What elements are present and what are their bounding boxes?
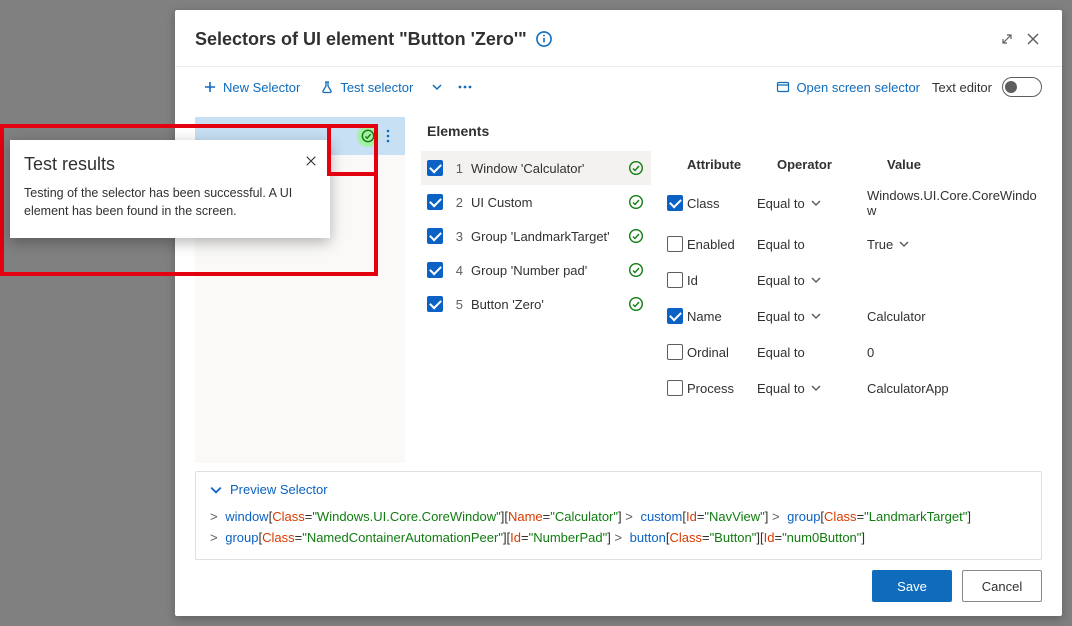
new-selector-button[interactable]: New Selector	[195, 74, 308, 101]
chevron-down-icon[interactable]	[811, 198, 821, 208]
chevron-down-icon[interactable]	[811, 383, 821, 393]
dialog-title: Selectors of UI element "Button 'Zero'"	[195, 29, 527, 50]
element-row[interactable]: 5 Button 'Zero'	[421, 287, 651, 321]
element-row[interactable]: 3 Group 'LandmarkTarget'	[421, 219, 651, 253]
element-index: 3	[451, 229, 463, 244]
test-selector-caret[interactable]	[425, 73, 449, 101]
text-editor-label: Text editor	[932, 80, 992, 95]
preview-selector-text: > window[Class="Windows.UI.Core.CoreWind…	[210, 507, 1027, 549]
element-index: 1	[451, 161, 463, 176]
more-icon[interactable]	[453, 73, 477, 101]
attr-operator[interactable]: Equal to	[757, 345, 867, 360]
open-screen-selector-label: Open screen selector	[796, 80, 920, 95]
checkbox-icon[interactable]	[667, 344, 683, 360]
footer: Preview Selector > window[Class="Windows…	[175, 463, 1062, 616]
chevron-down-icon[interactable]	[811, 275, 821, 285]
attr-row: IdEqual to	[663, 262, 1042, 298]
attr-value[interactable]: Windows.UI.Core.CoreWindow	[867, 188, 1042, 218]
element-label: Window 'Calculator'	[471, 161, 619, 176]
attr-row: NameEqual toCalculator	[663, 298, 1042, 334]
attr-name: Ordinal	[687, 345, 757, 360]
checkbox-icon[interactable]	[667, 195, 683, 211]
element-row[interactable]: 4 Group 'Number pad'	[421, 253, 651, 287]
attr-rows: ClassEqual toWindows.UI.Core.CoreWindowE…	[663, 180, 1042, 463]
checkbox-icon[interactable]	[427, 194, 443, 210]
check-circle-icon	[627, 261, 645, 279]
test-selector-button[interactable]: Test selector	[312, 74, 421, 101]
attr-name: Process	[687, 381, 757, 396]
close-icon[interactable]	[1020, 26, 1046, 52]
toast-body: Testing of the selector has been success…	[24, 185, 316, 220]
col-attribute: Attribute	[687, 157, 777, 172]
elements-list: 1 Window 'Calculator' 2 UI Custom 3 Group 'La…	[421, 151, 651, 463]
save-button[interactable]: Save	[872, 570, 952, 602]
col-value: Value	[887, 157, 1042, 172]
dialog-header: Selectors of UI element "Button 'Zero'"	[175, 10, 1062, 66]
new-selector-label: New Selector	[223, 80, 300, 95]
attr-name: Class	[687, 196, 757, 211]
attr-head: Attribute Operator Value	[663, 151, 1042, 180]
attr-value[interactable]: 0	[867, 345, 1042, 360]
checkbox-icon[interactable]	[427, 160, 443, 176]
check-circle-icon	[627, 295, 645, 313]
checkbox-icon[interactable]	[427, 296, 443, 312]
attr-operator[interactable]: Equal to	[757, 196, 867, 211]
info-icon[interactable]	[535, 30, 553, 48]
element-label: Group 'LandmarkTarget'	[471, 229, 619, 244]
chevron-down-icon[interactable]	[899, 239, 909, 249]
attr-value[interactable]: CalculatorApp	[867, 381, 1042, 396]
test-selector-label: Test selector	[340, 80, 413, 95]
attr-operator[interactable]: Equal to	[757, 237, 867, 252]
check-circle-icon	[357, 125, 379, 147]
chevron-down-icon[interactable]	[811, 311, 821, 321]
attr-operator[interactable]: Equal to	[757, 273, 867, 288]
attr-name: Id	[687, 273, 757, 288]
element-label: Button 'Zero'	[471, 297, 619, 312]
elements-title: Elements	[421, 117, 1042, 151]
text-editor-toggle[interactable]	[1002, 77, 1042, 97]
open-screen-selector-button[interactable]: Open screen selector	[768, 74, 928, 101]
element-index: 2	[451, 195, 463, 210]
preview-toggle[interactable]: Preview Selector	[210, 482, 1027, 497]
element-index: 5	[451, 297, 463, 312]
element-row[interactable]: 1 Window 'Calculator'	[421, 151, 651, 185]
attr-row: OrdinalEqual to0	[663, 334, 1042, 370]
close-icon[interactable]	[300, 150, 322, 172]
text-editor-toggle-wrap: Text editor	[932, 77, 1042, 97]
kebab-icon[interactable]	[379, 129, 397, 143]
attr-value[interactable]: True	[867, 237, 1042, 252]
element-index: 4	[451, 263, 463, 278]
toast-title: Test results	[24, 154, 316, 175]
preview-box: Preview Selector > window[Class="Windows…	[195, 471, 1042, 560]
cancel-button[interactable]: Cancel	[962, 570, 1042, 602]
checkbox-icon[interactable]	[667, 272, 683, 288]
element-row[interactable]: 2 UI Custom	[421, 185, 651, 219]
checkbox-icon[interactable]	[667, 236, 683, 252]
test-results-toast: Test results Testing of the selector has…	[10, 140, 330, 238]
elements-column: Elements 1 Window 'Calculator' 2 UI Custom 3…	[421, 117, 1042, 463]
element-label: UI Custom	[471, 195, 619, 210]
attr-name: Enabled	[687, 237, 757, 252]
col-operator: Operator	[777, 157, 887, 172]
attr-row: ProcessEqual toCalculatorApp	[663, 370, 1042, 406]
attr-row: ClassEqual toWindows.UI.Core.CoreWindow	[663, 180, 1042, 226]
element-label: Group 'Number pad'	[471, 263, 619, 278]
checkbox-icon[interactable]	[427, 228, 443, 244]
check-circle-icon	[627, 159, 645, 177]
attributes-panel: Attribute Operator Value ClassEqual toWi…	[663, 151, 1042, 463]
restore-icon[interactable]	[994, 26, 1020, 52]
attr-operator[interactable]: Equal to	[757, 381, 867, 396]
check-circle-icon	[627, 193, 645, 211]
selectors-dialog: Selectors of UI element "Button 'Zero'" …	[175, 10, 1062, 616]
preview-label: Preview Selector	[230, 482, 328, 497]
check-circle-icon	[627, 227, 645, 245]
attr-value[interactable]: Calculator	[867, 309, 1042, 324]
checkbox-icon[interactable]	[667, 380, 683, 396]
checkbox-icon[interactable]	[667, 308, 683, 324]
attr-operator[interactable]: Equal to	[757, 309, 867, 324]
toolbar: New Selector Test selector Open screen s…	[175, 67, 1062, 107]
checkbox-icon[interactable]	[427, 262, 443, 278]
attr-name: Name	[687, 309, 757, 324]
attr-row: EnabledEqual toTrue	[663, 226, 1042, 262]
